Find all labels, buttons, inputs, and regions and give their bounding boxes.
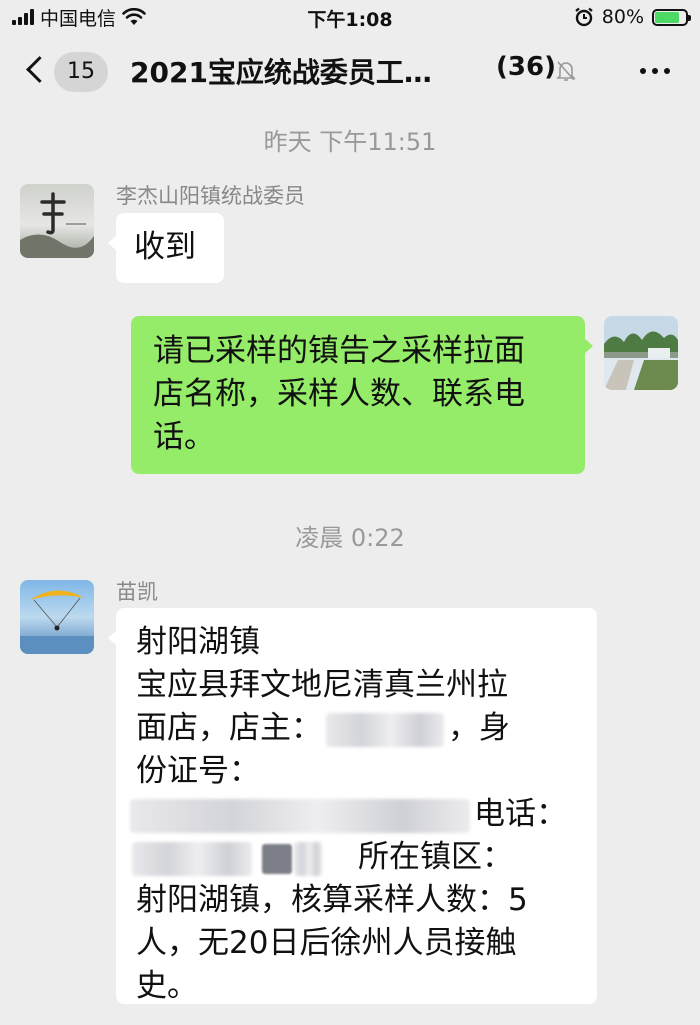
avatar[interactable] [20, 184, 94, 258]
message-text: 史。 [136, 968, 198, 1004]
message-bubble[interactable]: 收到 [108, 213, 224, 283]
redacted-phone [262, 843, 292, 874]
chat-title[interactable]: 2021宝应统战委员工… [130, 51, 490, 91]
redacted-phone [294, 841, 322, 876]
sender-name: 苗凯 [116, 580, 158, 604]
message-text: ，身 [448, 710, 510, 746]
message-text: 请已采样的镇告之采样拉面 [153, 333, 525, 369]
member-count: (36) [496, 52, 556, 82]
message-text: 收到 [134, 229, 196, 265]
message-text: 面店，店主： [136, 710, 322, 746]
message-text: 宝应县拜文地尼清真兰州拉 [136, 667, 508, 703]
unread-badge[interactable]: 15 [54, 52, 108, 92]
redacted-id-number [130, 798, 470, 833]
message-text-line: 所在镇区： [132, 836, 577, 879]
alarm-icon [575, 7, 593, 27]
battery-charging-icon [652, 8, 691, 26]
more-icon[interactable] [640, 68, 670, 74]
redacted-name [326, 712, 444, 747]
message-list[interactable]: 昨天 下午11:51 李杰山阳镇统战委员 收到 请已采样的镇告之采样拉面 店名称… [0, 110, 700, 1025]
message-text: 射阳湖镇，核算采样人数：5 [136, 882, 528, 918]
message-text: 话。 [153, 419, 215, 455]
message-text: 所在镇区： [358, 839, 513, 875]
status-right: 80% [574, 5, 691, 29]
message-bubble-self[interactable]: 请已采样的镇告之采样拉面 店名称，采样人数、联系电 话。 [131, 316, 593, 474]
message-text: 份证号： [136, 753, 260, 789]
status-bar: 中国电信 下午1:08 80% [0, 0, 700, 34]
message-text: 射阳湖镇 [136, 624, 260, 660]
message-text: 电话： [474, 796, 567, 832]
sender-name: 李杰山阳镇统战委员 [116, 184, 305, 208]
message-bubble[interactable]: 射阳湖镇 宝应县拜文地尼清真兰州拉 面店，店主： ，身 份证号： 电话： 所在镇区… [108, 608, 597, 1004]
chat-header: 15 2021宝应统战委员工… (36) [0, 34, 700, 110]
message-text: 店名称，采样人数、联系电 [153, 376, 525, 412]
timestamp: 昨天 下午11:51 [263, 128, 437, 156]
message-text-line: 电话： [130, 793, 577, 836]
avatar[interactable] [20, 580, 94, 654]
redacted-phone [132, 841, 252, 876]
battery-percent: 80% [601, 6, 644, 28]
bell-muted-icon [556, 61, 576, 81]
avatar-self[interactable] [604, 316, 678, 390]
message-text-line: 面店，店主： ，身 [136, 707, 577, 750]
message-text: 人，无20日后徐州人员接触 [136, 925, 517, 961]
timestamp: 凌晨 0:22 [295, 524, 405, 552]
chevron-left-icon[interactable] [26, 56, 53, 83]
